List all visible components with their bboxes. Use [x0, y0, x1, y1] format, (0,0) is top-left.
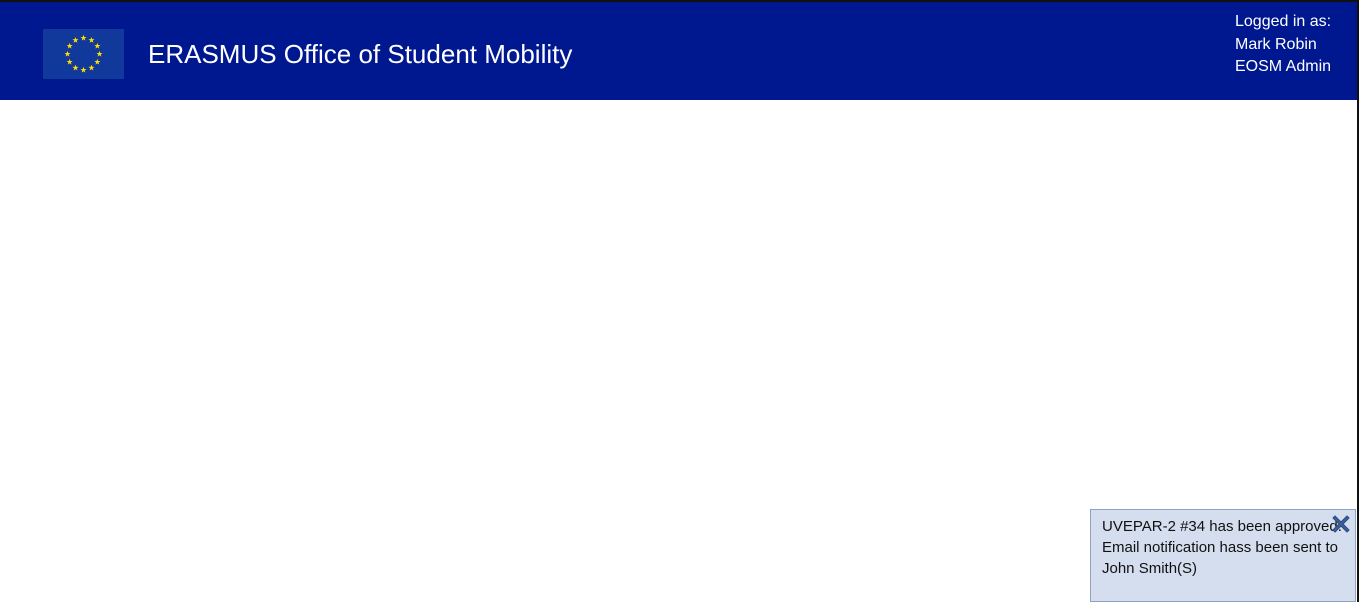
- flag-star-icon: [88, 64, 95, 71]
- close-icon[interactable]: [1330, 513, 1352, 535]
- flag-star-icon: [80, 66, 87, 73]
- flag-star-icon: [66, 58, 73, 65]
- page-title: ERASMUS Office of Student Mobility: [148, 39, 573, 69]
- flag-star-icon: [64, 50, 71, 57]
- user-role: EOSM Admin: [1235, 58, 1332, 75]
- flag-star-icon: [66, 42, 73, 49]
- user-name: Mark Robin: [1235, 35, 1317, 53]
- eu-flag-icon: [43, 29, 124, 79]
- flag-star-icon: [94, 58, 101, 65]
- logged-in-user: Logged in as: Mark Robin EOSM Admin: [1235, 11, 1331, 79]
- flag-star-icon: [80, 34, 87, 41]
- flag-star-icon: [72, 64, 79, 71]
- app-header: ERASMUS Office of Student Mobility Logge…: [0, 2, 1357, 100]
- flag-star-icon: [88, 36, 95, 43]
- notification-toast: UVEPAR-2 #34 has been approved. Email no…: [1090, 509, 1356, 602]
- logged-in-label: Logged in as:: [1235, 13, 1332, 30]
- flag-star-icon: [94, 42, 101, 49]
- notification-message: UVEPAR-2 #34 has been approved. Email no…: [1102, 518, 1342, 577]
- flag-star-icon: [72, 36, 79, 43]
- flag-star-icon: [96, 50, 103, 57]
